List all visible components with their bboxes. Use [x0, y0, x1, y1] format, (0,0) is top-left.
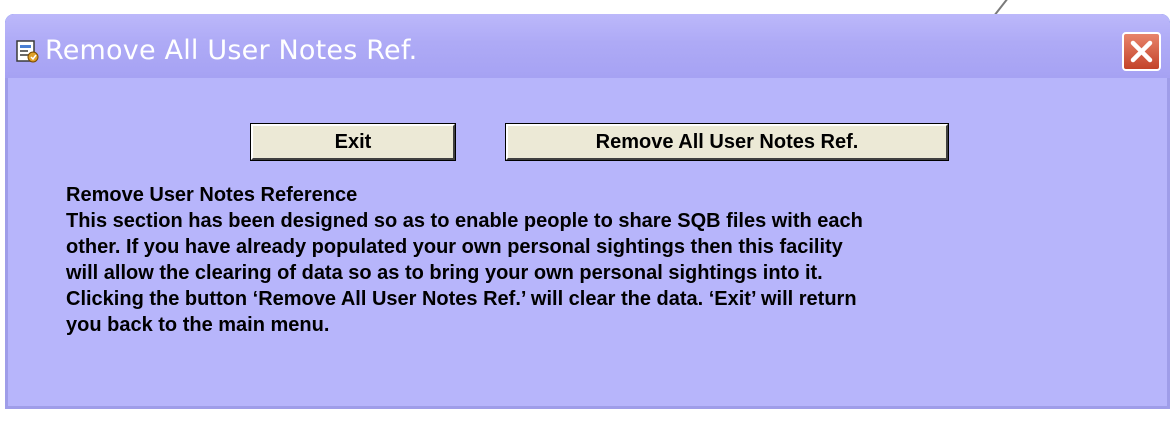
description-line: This section has been designed so as to …: [66, 210, 863, 232]
close-button[interactable]: [1122, 32, 1161, 71]
exit-button[interactable]: Exit: [250, 123, 456, 161]
description-line: you back to the main menu.: [66, 314, 330, 336]
description-text: Remove User Notes Reference This section…: [66, 182, 1156, 338]
description-line: Clicking the button ‘Remove All User Not…: [66, 288, 857, 310]
description-line: will allow the clearing of data so as to…: [66, 262, 823, 284]
dialog-window: Remove All User Notes Ref. Exit Remove A…: [5, 14, 1170, 409]
close-icon: [1124, 40, 1159, 73]
form-document-icon[interactable]: [14, 38, 40, 64]
remove-all-user-notes-button[interactable]: Remove All User Notes Ref.: [505, 123, 949, 161]
dialog-body: Exit Remove All User Notes Ref. Remove U…: [5, 78, 1170, 409]
title-bar[interactable]: Remove All User Notes Ref.: [5, 14, 1170, 78]
window-title: Remove All User Notes Ref.: [45, 35, 418, 66]
description-heading: Remove User Notes Reference: [66, 184, 358, 206]
background-strip: [0, 409, 1170, 423]
description-line: other. If you have already populated you…: [66, 236, 843, 258]
